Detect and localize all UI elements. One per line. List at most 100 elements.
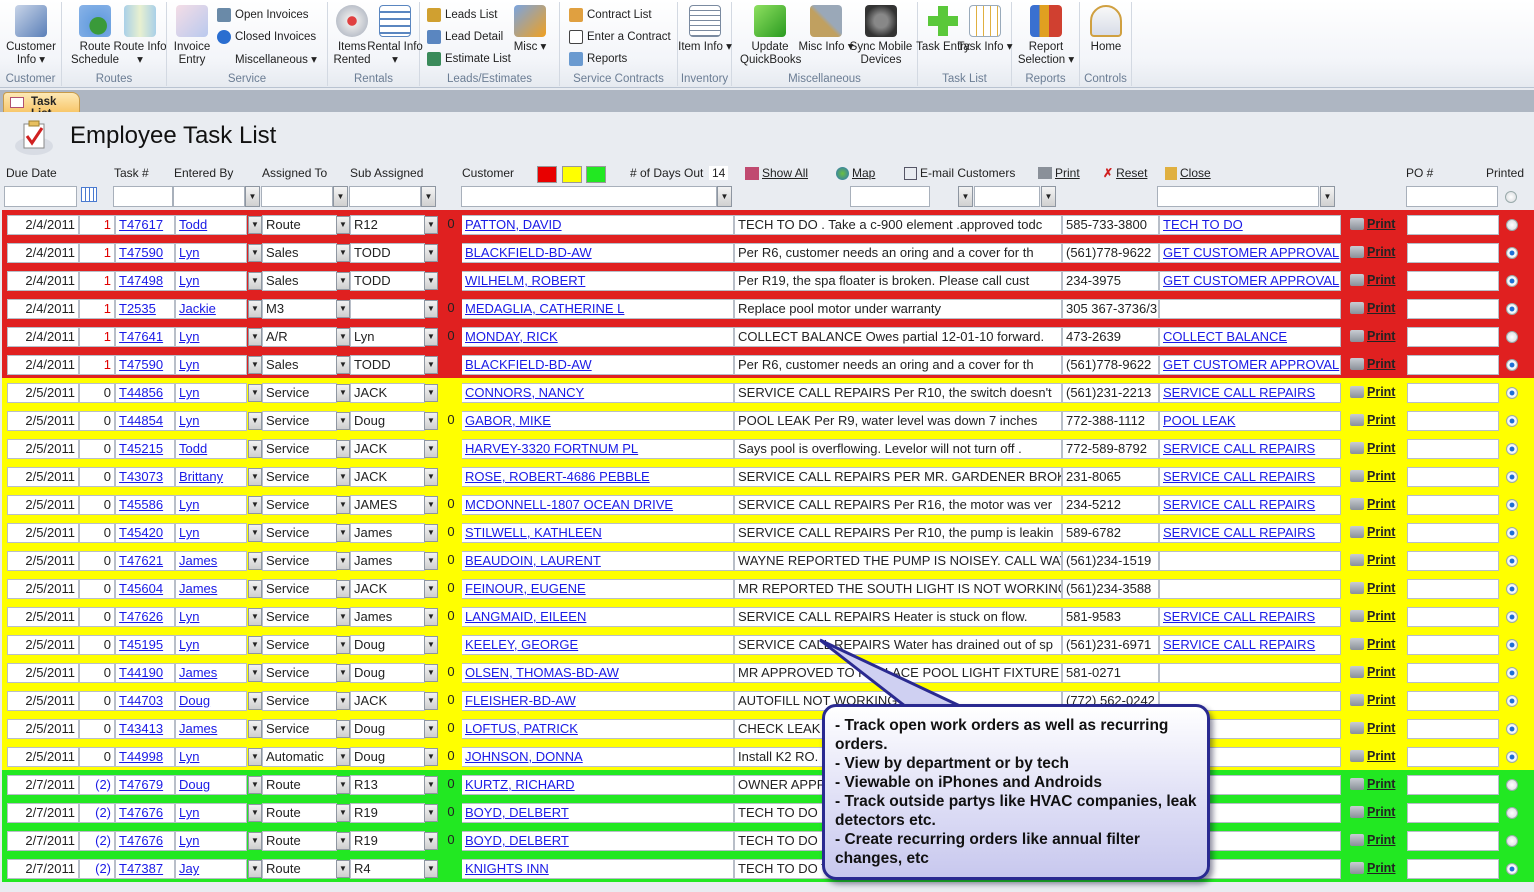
show-all-button[interactable]: Show All [745, 166, 808, 180]
customer-link[interactable]: BLACKFIELD-BD-AW [462, 355, 734, 375]
customer-dropdown[interactable]: ▼ [717, 186, 732, 207]
invoice-entry-button[interactable]: Invoice Entry [162, 5, 222, 67]
open-invoices-button[interactable]: Open Invoices [217, 8, 309, 22]
entered-by-dropdown[interactable]: ▼ [245, 186, 260, 207]
task-type-link[interactable]: GET CUSTOMER APPROVAL [1159, 243, 1341, 263]
customer-link[interactable]: MONDAY, RICK [462, 327, 734, 347]
sub-assigned-cell[interactable]: JACK [350, 383, 425, 403]
task-type-link[interactable]: SERVICE CALL REPAIRS [1159, 383, 1341, 403]
assigned-to-cell[interactable]: A/R [262, 327, 337, 347]
sub-assigned-filter[interactable] [349, 186, 421, 207]
entered-by-dropdown[interactable]: ▼ [248, 692, 262, 710]
printed-radio[interactable] [1506, 751, 1518, 763]
sub-assigned-dropdown[interactable]: ▼ [424, 720, 438, 738]
sub-assigned-dropdown[interactable]: ▼ [424, 748, 438, 766]
close-button[interactable]: Close [1165, 166, 1211, 180]
sub-assigned-cell[interactable]: JACK [350, 467, 425, 487]
customer-link[interactable]: LOFTUS, PATRICK [462, 719, 734, 739]
entered-by-dropdown[interactable]: ▼ [248, 468, 262, 486]
customer-link[interactable]: HARVEY-3320 FORTNUM PL [462, 439, 734, 459]
sub-assigned-dropdown[interactable]: ▼ [424, 636, 438, 654]
row-print-button[interactable]: Print [1350, 609, 1395, 623]
customer-link[interactable]: FEINOUR, EUGENE [462, 579, 734, 599]
printed-radio[interactable] [1506, 387, 1518, 399]
task-number-link[interactable]: T45215 [115, 439, 175, 459]
assigned-to-cell[interactable]: Service [262, 467, 337, 487]
po-number-field[interactable] [1407, 439, 1499, 459]
printed-radio[interactable] [1506, 219, 1518, 231]
sub-assigned-dropdown[interactable]: ▼ [424, 384, 438, 402]
row-print-button[interactable]: Print [1350, 749, 1395, 763]
customer-link[interactable]: STILWELL, KATHLEEN [462, 523, 734, 543]
assigned-to-cell[interactable]: Automatic [262, 747, 337, 767]
printed-radio[interactable] [1506, 611, 1518, 623]
sub-assigned-dropdown[interactable]: ▼ [424, 860, 438, 878]
assigned-to-dropdown[interactable]: ▼ [336, 216, 350, 234]
printed-radio[interactable] [1506, 275, 1518, 287]
sub-assigned-dropdown[interactable]: ▼ [424, 244, 438, 262]
assigned-to-dropdown[interactable]: ▼ [336, 636, 350, 654]
assigned-to-cell[interactable]: M3 [262, 299, 337, 319]
task-number-link[interactable]: T47387 [115, 859, 175, 879]
days-out-value[interactable]: 14 [709, 166, 729, 180]
entered-by-dropdown[interactable]: ▼ [248, 272, 262, 290]
task-number-link[interactable]: T44703 [115, 691, 175, 711]
sub-assigned-dropdown[interactable]: ▼ [424, 496, 438, 514]
assigned-to-dropdown[interactable]: ▼ [336, 384, 350, 402]
customer-link[interactable]: MCDONNELL-1807 OCEAN DRIVE [462, 495, 734, 515]
leads-list-button[interactable]: Leads List [427, 8, 497, 22]
assigned-to-dropdown[interactable]: ▼ [336, 804, 350, 822]
task-type-link[interactable]: SERVICE CALL REPAIRS [1159, 607, 1341, 627]
printed-radio[interactable] [1506, 863, 1518, 875]
task-number-link[interactable]: T47676 [115, 803, 175, 823]
po-number-field[interactable] [1407, 551, 1499, 571]
assigned-to-dropdown[interactable]: ▼ [333, 186, 348, 207]
calendar-icon[interactable] [81, 187, 97, 202]
assigned-to-dropdown[interactable]: ▼ [336, 552, 350, 570]
sub-assigned-cell[interactable]: JAMES [350, 495, 425, 515]
customer-link[interactable]: BOYD, DELBERT [462, 803, 734, 823]
assigned-to-dropdown[interactable]: ▼ [336, 412, 350, 430]
contract-list-button[interactable]: Contract List [569, 8, 652, 22]
po-number-field[interactable] [1407, 383, 1499, 403]
customer-link[interactable]: ROSE, ROBERT-4686 PEBBLE [462, 467, 734, 487]
entered-by-dropdown[interactable]: ▼ [248, 832, 262, 850]
customer-link[interactable]: BEAUDOIN, LAURENT [462, 551, 734, 571]
sub-assigned-cell[interactable]: James [350, 607, 425, 627]
printed-filter-radio[interactable] [1505, 191, 1517, 203]
entered-by-link[interactable]: Lyn [175, 495, 247, 515]
entered-by-link[interactable]: Lyn [175, 243, 247, 263]
assigned-to-cell[interactable]: Service [262, 579, 337, 599]
customer-link[interactable]: LANGMAID, EILEEN [462, 607, 734, 627]
task-number-link[interactable]: T47626 [115, 607, 175, 627]
task-info-button[interactable]: Task Info ▾ [955, 5, 1015, 54]
po-number-field[interactable] [1407, 243, 1499, 263]
row-print-button[interactable]: Print [1350, 693, 1395, 707]
filter-a-dropdown[interactable]: ▼ [958, 186, 973, 207]
task-number-link[interactable]: T45420 [115, 523, 175, 543]
task-type-link[interactable]: SERVICE CALL REPAIRS [1159, 495, 1341, 515]
assigned-to-cell[interactable]: Service [262, 607, 337, 627]
sub-assigned-cell[interactable]: Lyn [350, 327, 425, 347]
printed-radio[interactable] [1506, 359, 1518, 371]
entered-by-link[interactable]: Lyn [175, 747, 247, 767]
task-type-link[interactable]: SERVICE CALL REPAIRS [1159, 439, 1341, 459]
assigned-to-dropdown[interactable]: ▼ [336, 776, 350, 794]
assigned-to-cell[interactable]: Service [262, 523, 337, 543]
row-print-button[interactable]: Print [1350, 441, 1395, 455]
sub-assigned-dropdown[interactable]: ▼ [424, 468, 438, 486]
map-button[interactable]: Map [836, 166, 875, 180]
sub-assigned-dropdown[interactable]: ▼ [424, 832, 438, 850]
assigned-to-dropdown[interactable]: ▼ [336, 244, 350, 262]
row-print-button[interactable]: Print [1350, 833, 1395, 847]
assigned-to-cell[interactable]: Route [262, 775, 337, 795]
due-date-filter[interactable] [4, 186, 77, 207]
printed-radio[interactable] [1506, 695, 1518, 707]
task-type-link[interactable]: TECH TO DO [1159, 215, 1341, 235]
customer-link[interactable]: KEELEY, GEORGE [462, 635, 734, 655]
sub-assigned-dropdown[interactable]: ▼ [424, 328, 438, 346]
printed-radio[interactable] [1506, 807, 1518, 819]
sub-assigned-cell[interactable]: JACK [350, 691, 425, 711]
filter-b-dropdown[interactable]: ▼ [1041, 186, 1056, 207]
assigned-to-cell[interactable]: Service [262, 691, 337, 711]
